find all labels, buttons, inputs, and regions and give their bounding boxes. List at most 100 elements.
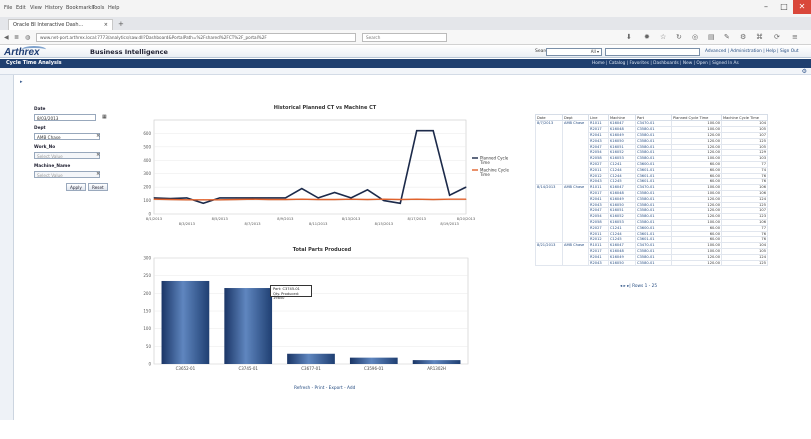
x-tick-label: 8/17/2013	[408, 217, 426, 221]
data-point	[153, 198, 155, 200]
x-tick-label: 8/7/2013	[244, 222, 260, 226]
maximize-icon[interactable]: □	[775, 0, 793, 14]
page-options-icon[interactable]: ⚙	[802, 68, 807, 75]
date-input[interactable]: 8/03/2013	[34, 114, 96, 121]
data-point	[301, 187, 303, 189]
machine-cell: K16050	[608, 259, 636, 267]
sync-icon[interactable]: ⟳	[774, 33, 780, 41]
close-icon[interactable]: ✕	[793, 0, 811, 14]
x-tick-label: C3745-01	[238, 366, 258, 371]
top-links[interactable]: Advanced | Administration | Help | Sign …	[705, 49, 799, 54]
menu-bookmarks[interactable]: Bookmarks	[66, 5, 94, 11]
url-bar[interactable]: www.net-port.arthrex.local:7773/analytic…	[36, 33, 356, 42]
shield-icon[interactable]: ◎	[692, 33, 698, 41]
menu-edit[interactable]: Edit	[16, 5, 26, 11]
data-point	[301, 198, 303, 200]
back-icon[interactable]: ◀	[4, 34, 9, 41]
chevron-down-icon[interactable]: ×	[96, 152, 100, 158]
refresh-icon[interactable]: ↻	[676, 33, 682, 41]
nav-links[interactable]: Home | Catalog | Favorites | Dashboards …	[592, 61, 739, 66]
y-tick-label: 500	[143, 144, 151, 149]
settings-icon[interactable]: ⚙	[740, 33, 746, 41]
pager-next-icon[interactable]: ▸	[624, 284, 626, 289]
x-tick-label: 8/5/2013	[212, 217, 228, 221]
minimize-icon[interactable]: –	[757, 0, 775, 14]
browser-tab-bar: Oracle BI Interactive Dash... × +	[0, 17, 811, 30]
calendar-icon[interactable]: ▦	[102, 114, 107, 120]
planned-ct-cell: 120.00	[671, 259, 722, 267]
legend-label-cont: Time	[479, 172, 490, 177]
menu-file[interactable]: File	[4, 5, 12, 11]
tab-close-icon[interactable]: ×	[104, 22, 108, 28]
download-icon[interactable]: ⬇	[626, 33, 632, 41]
data-point	[432, 198, 434, 200]
data-point	[399, 202, 401, 204]
overflow-icon[interactable]: ≡	[792, 33, 798, 41]
pager-prev-icon[interactable]: ◂	[620, 284, 622, 289]
chevron-down-icon[interactable]: ×	[96, 133, 100, 139]
star-icon[interactable]: ☆	[660, 33, 666, 41]
data-point	[268, 198, 270, 200]
y-tick-label: 250	[143, 273, 151, 278]
data-point	[235, 197, 237, 199]
data-point	[219, 197, 221, 199]
bar	[161, 280, 210, 364]
y-tick-label: 200	[143, 185, 151, 190]
data-point	[202, 199, 204, 201]
data-point	[432, 130, 434, 132]
addon-icon[interactable]: ✹	[644, 33, 650, 41]
reset-button[interactable]: Reset	[88, 183, 108, 191]
data-point	[383, 200, 385, 202]
menu-history[interactable]: History	[45, 5, 63, 11]
menu-list-icon[interactable]: ≣	[14, 34, 19, 41]
data-point	[169, 198, 171, 200]
x-tick-label: 8/1/2013	[146, 217, 162, 221]
puzzle-icon[interactable]: ⌘	[756, 33, 763, 41]
date-cell: 8/21/2013	[535, 242, 563, 267]
line-cell: R2043	[588, 259, 609, 267]
browser-nav-bar: ◀ ≣ ◍ www.net-port.arthrex.local:7773/an…	[0, 30, 811, 45]
x-tick-label: 8/3/2013	[179, 222, 195, 226]
x-tick-label: C3596-01	[364, 366, 384, 371]
collapse-icon[interactable]: ▸	[20, 79, 23, 85]
x-tick-label: 8/15/2013	[375, 222, 393, 226]
bookmark-icon[interactable]: ▤	[708, 33, 715, 41]
pager-last-icon[interactable]: ▸|	[627, 284, 631, 289]
tools-icon[interactable]: ✎	[724, 33, 730, 41]
y-tick-label: 300	[143, 256, 151, 261]
machine-select[interactable]: Select Value	[34, 171, 100, 178]
obiee-search-input[interactable]	[605, 48, 700, 56]
menu-help[interactable]: Help	[108, 5, 119, 11]
search-scope-value: All	[590, 49, 596, 54]
data-point	[350, 198, 352, 200]
data-point	[399, 198, 401, 200]
window-controls: – □ ✕	[757, 0, 811, 14]
y-tick-label: 0	[148, 362, 151, 367]
x-tick-label: 8/11/2013	[309, 222, 327, 226]
chevron-down-icon[interactable]: ×	[96, 171, 100, 177]
tab-title: Oracle BI Interactive Dash...	[13, 22, 84, 28]
browser-search-input[interactable]: Search	[362, 33, 447, 42]
menu-tools[interactable]: Tools	[92, 5, 104, 11]
info-strip	[0, 68, 811, 75]
menu-view[interactable]: View	[30, 5, 42, 11]
data-point	[252, 198, 254, 200]
dept-select[interactable]: AMB Chase	[34, 133, 100, 140]
brand-logo[interactable]: Arthrex	[4, 47, 40, 58]
date-label: Date	[34, 107, 46, 112]
dashboard-title[interactable]: Cycle Time Analysis	[6, 60, 62, 66]
work-no-select[interactable]: Select Value	[34, 152, 100, 159]
x-tick-label: AR1302H	[427, 366, 446, 371]
table-pager: ◂ ▸ ▸| Rows 1 - 25	[620, 284, 657, 289]
y-tick-label: 150	[143, 309, 151, 314]
x-tick-label: C3652-01	[176, 366, 196, 371]
part-cell: C3580-01	[635, 259, 672, 267]
bar	[349, 357, 398, 364]
bar-tooltip: Part: C3745-01 Qty. Produced: 19850	[270, 285, 312, 300]
apply-button[interactable]: Apply	[66, 183, 86, 191]
new-tab-icon[interactable]: +	[118, 20, 124, 28]
search-scope-select[interactable]: All ▾	[546, 48, 602, 56]
dashboard-bar: Cycle Time Analysis Home | Catalog | Fav…	[0, 59, 811, 68]
footer-links[interactable]: Refresh - Print - Export - Add	[294, 386, 355, 391]
browser-tab[interactable]: Oracle BI Interactive Dash... ×	[8, 19, 113, 30]
